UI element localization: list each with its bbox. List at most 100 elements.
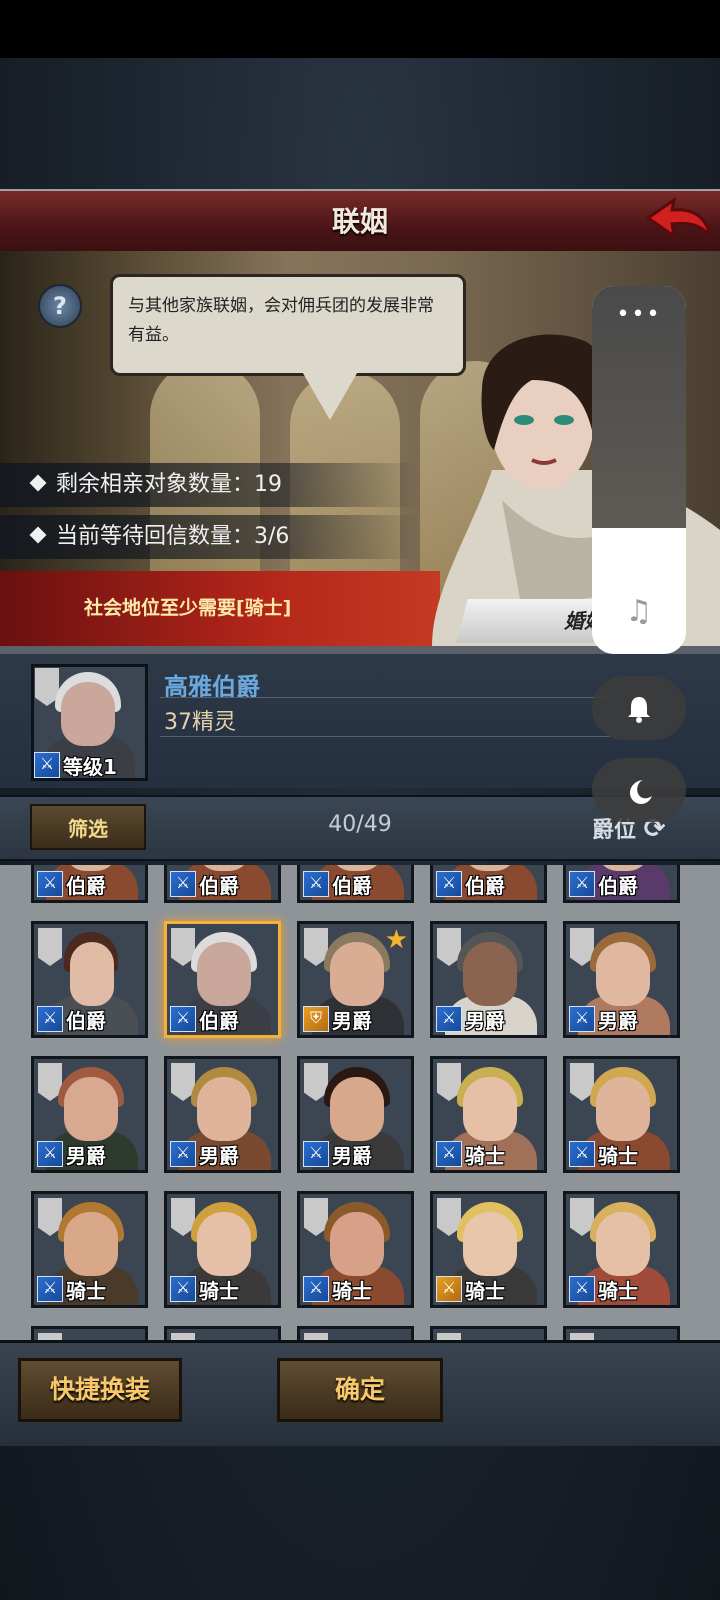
sword-icon: ⚔ bbox=[569, 871, 595, 897]
quick-equip-button[interactable]: 快捷换装 bbox=[18, 1358, 182, 1422]
sword-icon: ⚔ bbox=[569, 1276, 595, 1302]
portrait-part bbox=[463, 1212, 517, 1276]
rank-label: 男爵 bbox=[332, 1144, 372, 1168]
candidate-card[interactable]: ⚔ 骑士 bbox=[430, 1056, 547, 1173]
portrait-part bbox=[197, 942, 251, 1006]
candidate-card[interactable]: ⚔ 骑士 bbox=[430, 1191, 547, 1308]
speech-bubble-tail bbox=[300, 368, 360, 420]
portrait-part bbox=[70, 942, 114, 1006]
stat-waiting: 当前等待回信数量：3/6 bbox=[0, 515, 420, 559]
candidate-card[interactable]: ⚔ 伯爵 bbox=[164, 865, 281, 903]
sword-icon: ⚔ bbox=[436, 1006, 462, 1032]
sword-icon: ⚔ bbox=[569, 1006, 595, 1032]
candidate-card-selected[interactable]: ⚔ 伯爵 bbox=[164, 921, 281, 1038]
divider-line bbox=[160, 697, 610, 698]
sword-icon: ⚔ bbox=[436, 1276, 462, 1302]
rank-label: 骑士 bbox=[465, 1144, 505, 1168]
sword-icon: ⚔ bbox=[170, 871, 196, 897]
sword-icon: ⚔ bbox=[37, 1141, 63, 1167]
rank-label: 伯爵 bbox=[598, 874, 638, 898]
rank-label: 伯爵 bbox=[66, 1009, 106, 1033]
sword-icon: ⚔ bbox=[569, 1141, 595, 1167]
candidate-card[interactable]: ⚔ 骑士 bbox=[563, 1056, 680, 1173]
rank-label: 男爵 bbox=[199, 1144, 239, 1168]
portrait-part bbox=[64, 1077, 118, 1141]
sword-icon: ⚔ bbox=[303, 1276, 329, 1302]
selected-card: ⚔ 等级1 bbox=[34, 667, 145, 778]
music-icon[interactable]: ♫ bbox=[592, 594, 686, 629]
sword-icon: ⚔ bbox=[37, 871, 63, 897]
portrait-part bbox=[330, 1077, 384, 1141]
page-title: 联姻 bbox=[331, 205, 388, 238]
requirement-banner: 社会地位至少需要[骑士] bbox=[0, 571, 440, 646]
rank-label: 骑士 bbox=[199, 1279, 239, 1303]
rank-label: 男爵 bbox=[598, 1009, 638, 1033]
sword-icon: ⚔ bbox=[436, 871, 462, 897]
selected-portrait: ⚔ 等级1 bbox=[31, 664, 148, 781]
portrait-part bbox=[330, 1212, 384, 1276]
confirm-button[interactable]: 确定 bbox=[277, 1358, 443, 1422]
portrait-part bbox=[596, 1212, 650, 1276]
candidate-card[interactable]: ⚔ 男爵 bbox=[430, 921, 547, 1038]
star-icon: ★ bbox=[384, 925, 408, 955]
candidate-card[interactable]: ★ ⛨ 男爵 bbox=[297, 921, 414, 1038]
portrait-part bbox=[463, 1077, 517, 1141]
candidate-card[interactable]: ⚔ 伯爵 bbox=[297, 865, 414, 903]
help-button[interactable]: ? bbox=[38, 284, 82, 328]
candidate-card[interactable]: ⚔ 骑士 bbox=[297, 1191, 414, 1308]
candidate-card[interactable]: ⚔ 伯爵 bbox=[563, 865, 680, 903]
sword-icon: ⚔ bbox=[37, 1006, 63, 1032]
status-bar bbox=[0, 0, 720, 58]
sword-icon: ⚔ bbox=[34, 752, 60, 778]
rank-label: 伯爵 bbox=[199, 874, 239, 898]
portrait-part bbox=[64, 1212, 118, 1276]
candidate-card[interactable]: ⚔ 骑士 bbox=[164, 1191, 281, 1308]
rank-label: 骑士 bbox=[66, 1279, 106, 1303]
sword-icon: ⚔ bbox=[436, 1141, 462, 1167]
sword-icon: ⚔ bbox=[170, 1276, 196, 1302]
portrait-part bbox=[596, 942, 650, 1006]
selected-race: 37精灵 bbox=[164, 710, 236, 735]
sword-icon: ⛨ bbox=[303, 1006, 329, 1032]
sword-icon: ⚔ bbox=[303, 871, 329, 897]
portrait-part bbox=[61, 682, 115, 746]
candidate-card[interactable]: ⚔ 男爵 bbox=[563, 921, 680, 1038]
moon-icon[interactable] bbox=[592, 758, 686, 822]
rank-label: 男爵 bbox=[66, 1144, 106, 1168]
candidate-grid: ⚔ 伯爵 ⚔ 伯爵 ⚔ 伯爵 ⚔ 伯爵 ⚔ 伯爵 ⚔ 伯爵 ⚔ 伯爵 ★ ⛨ 男爵 ⚔ 男爵 ⚔ 男爵… bbox=[0, 865, 720, 1363]
more-icon[interactable]: ••• bbox=[592, 302, 686, 327]
filter-button[interactable]: 筛选 bbox=[30, 804, 146, 850]
candidate-card[interactable]: ⚔ 伯爵 bbox=[430, 865, 547, 903]
portrait-part bbox=[197, 1077, 251, 1141]
sword-icon: ⚔ bbox=[170, 1141, 196, 1167]
rank-label: 骑士 bbox=[598, 1279, 638, 1303]
rank-label: 骑士 bbox=[465, 1279, 505, 1303]
banner-flag bbox=[38, 928, 62, 966]
rank-label: 伯爵 bbox=[66, 874, 106, 898]
stat-waiting-label: 当前等待回信数量：3/6 bbox=[56, 524, 290, 549]
rank-label: 伯爵 bbox=[199, 1009, 239, 1033]
portrait-part bbox=[197, 1212, 251, 1276]
rank-label: 男爵 bbox=[465, 1009, 505, 1033]
back-arrow-icon[interactable] bbox=[644, 196, 714, 244]
stat-remaining: 剩余相亲对象数量：19 bbox=[0, 463, 420, 507]
bell-icon[interactable] bbox=[592, 676, 686, 740]
speech-text: 与其他家族联姻，会对佣兵团的发展非常有益。 bbox=[128, 296, 434, 345]
candidate-card[interactable]: ⚔ 伯爵 bbox=[31, 921, 148, 1038]
stat-remaining-label: 剩余相亲对象数量：19 bbox=[56, 472, 282, 497]
rank-label: 骑士 bbox=[598, 1144, 638, 1168]
candidate-card[interactable]: ⚔ 骑士 bbox=[31, 1191, 148, 1308]
divider-line bbox=[160, 736, 610, 737]
candidate-card[interactable]: ⚔ 男爵 bbox=[297, 1056, 414, 1173]
sword-icon: ⚔ bbox=[303, 1141, 329, 1167]
candidate-card[interactable]: ⚔ 男爵 bbox=[31, 1056, 148, 1173]
candidate-card[interactable]: ⚔ 伯爵 bbox=[31, 865, 148, 903]
rank-label: 伯爵 bbox=[465, 874, 505, 898]
candidate-card[interactable]: ⚔ 男爵 bbox=[164, 1056, 281, 1173]
sword-icon: ⚔ bbox=[170, 1006, 196, 1032]
candidate-count: 40/49 bbox=[328, 812, 392, 837]
rank-label: 骑士 bbox=[332, 1279, 372, 1303]
portrait-part bbox=[463, 942, 517, 1006]
candidate-card[interactable]: ⚔ 骑士 bbox=[563, 1191, 680, 1308]
sword-icon: ⚔ bbox=[37, 1276, 63, 1302]
